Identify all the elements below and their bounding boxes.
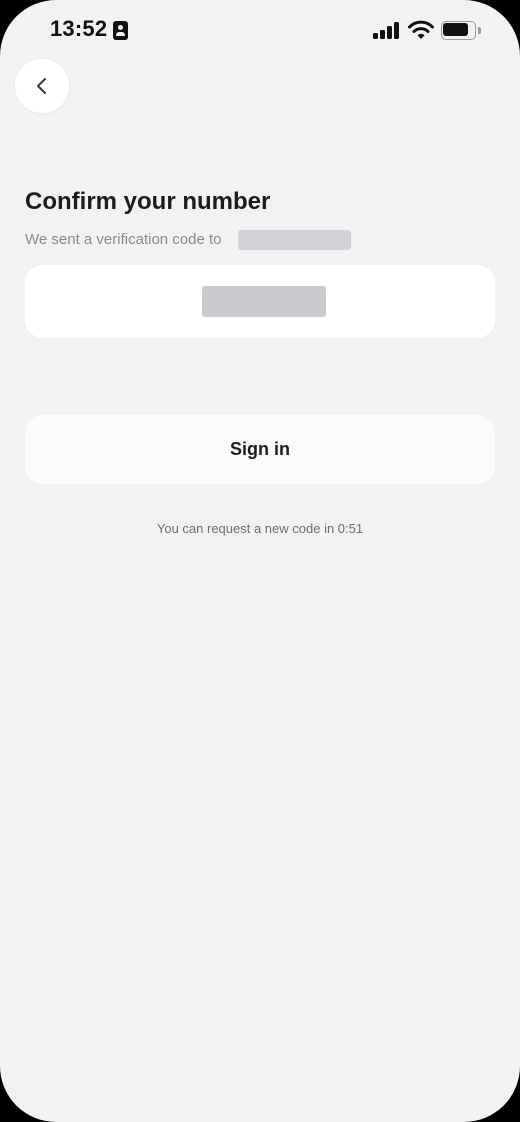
wifi-icon xyxy=(408,20,434,40)
battery-icon xyxy=(441,21,481,40)
cellular-signal-icon xyxy=(373,22,399,39)
phone-screen: 13:52 Confirm your number We sent a veri… xyxy=(0,0,520,1122)
status-bar: 13:52 xyxy=(0,0,520,62)
back-button[interactable] xyxy=(15,59,69,113)
sign-in-label: Sign in xyxy=(230,439,290,459)
verification-subtitle: We sent a verification code to xyxy=(25,231,222,248)
resend-countdown-text: You can request a new code in 0:51 xyxy=(156,521,364,536)
chevron-left-icon xyxy=(37,78,46,94)
verification-code-field[interactable] xyxy=(25,265,495,338)
status-time: 13:52 xyxy=(50,16,108,41)
sign-in-button[interactable]: Sign in xyxy=(25,415,495,484)
contact-card-icon xyxy=(113,21,128,40)
redacted-verification-code xyxy=(202,286,326,317)
redacted-phone-number xyxy=(238,230,351,250)
page-title: Confirm your number xyxy=(25,188,271,215)
